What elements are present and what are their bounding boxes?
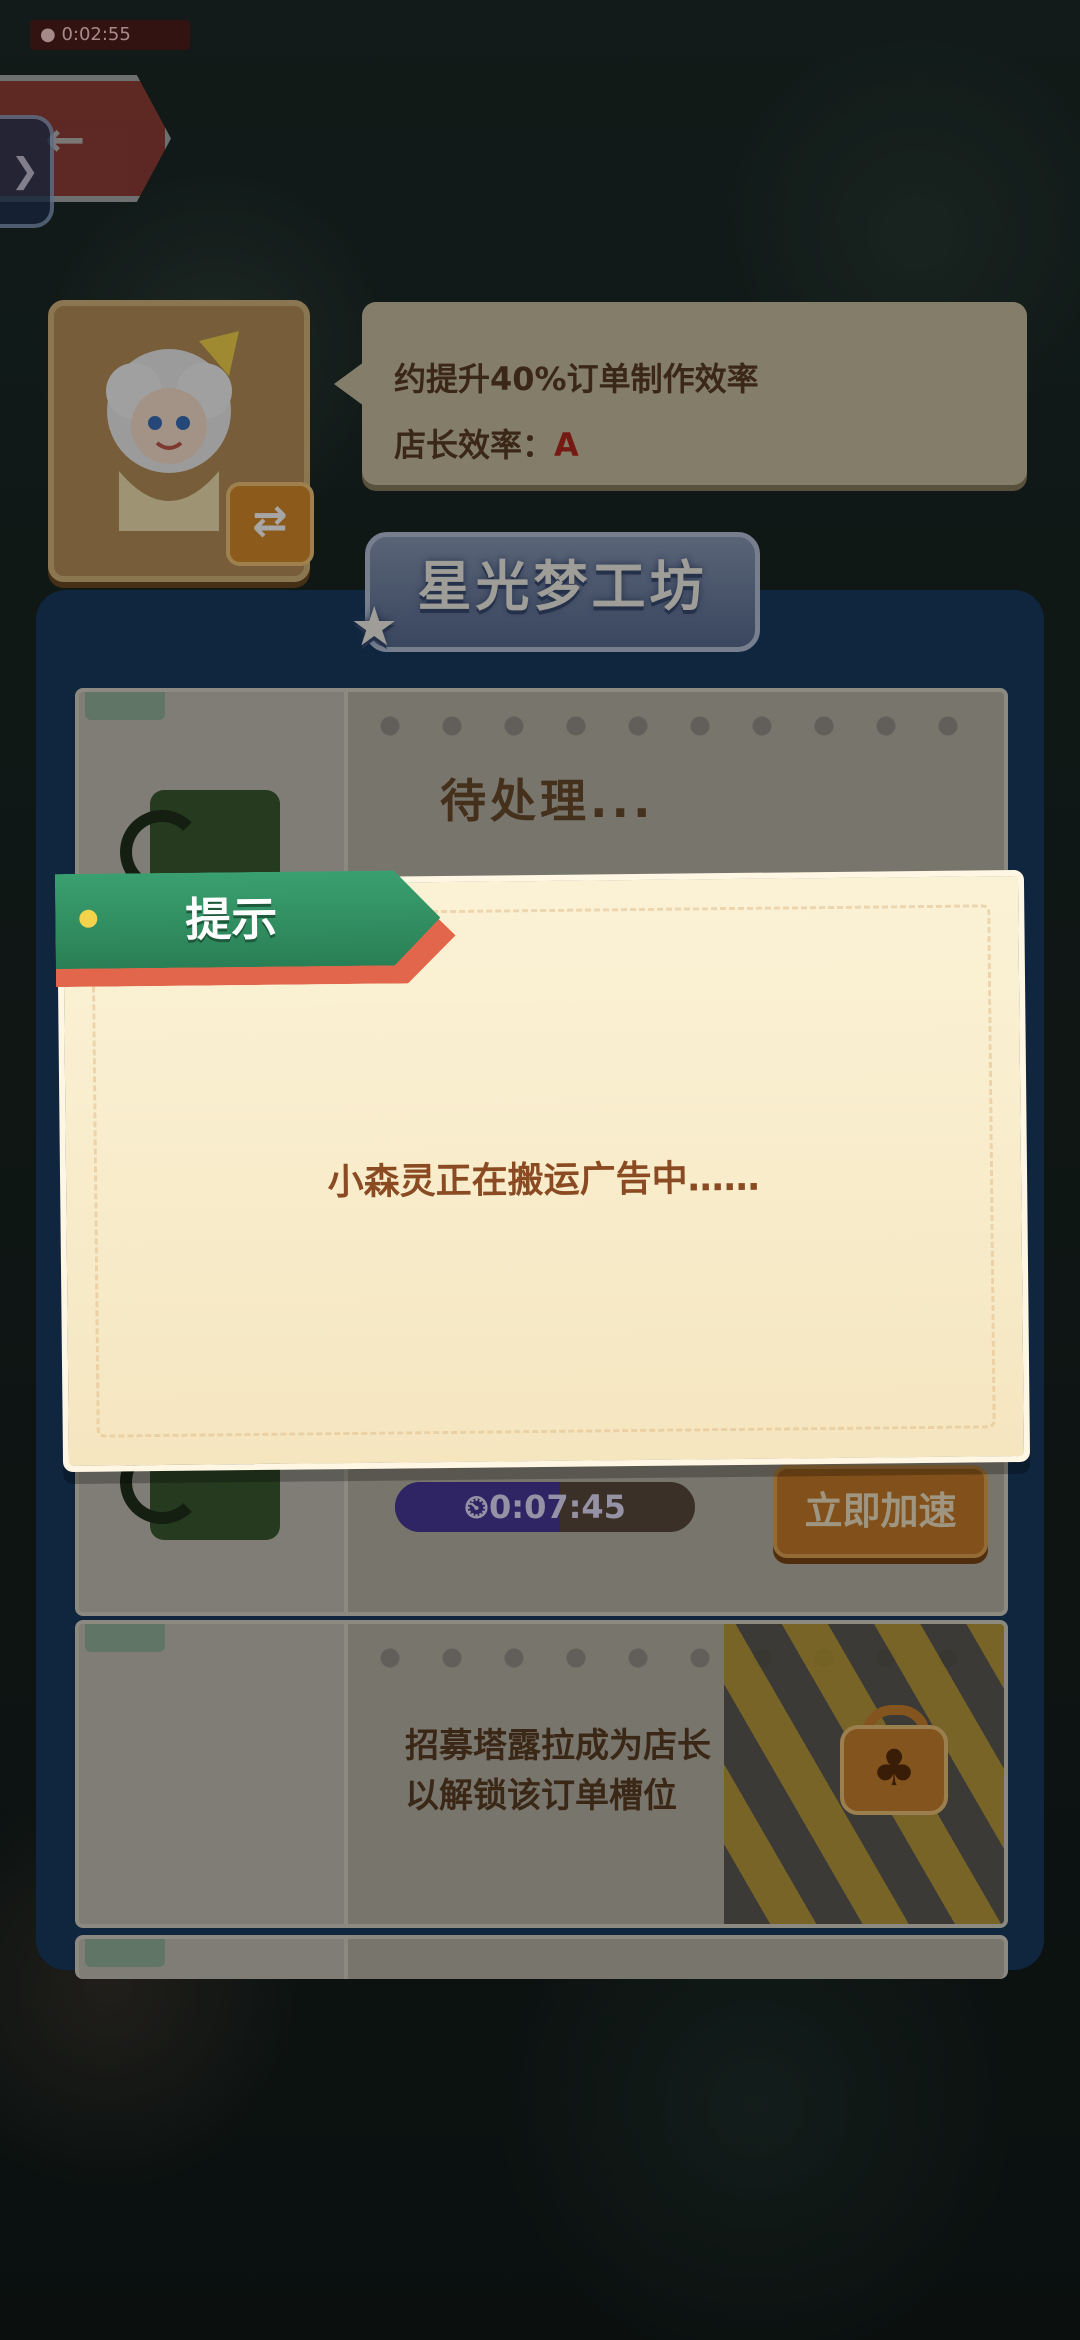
dialog-title: 提示 (185, 891, 278, 947)
dialog-title-ribbon: 提示 (55, 870, 441, 969)
tip-dialog[interactable]: 提示 小森灵正在搬运广告中…… (55, 869, 1031, 1473)
dialog-message: 小森灵正在搬运广告中…… (327, 1157, 760, 1204)
